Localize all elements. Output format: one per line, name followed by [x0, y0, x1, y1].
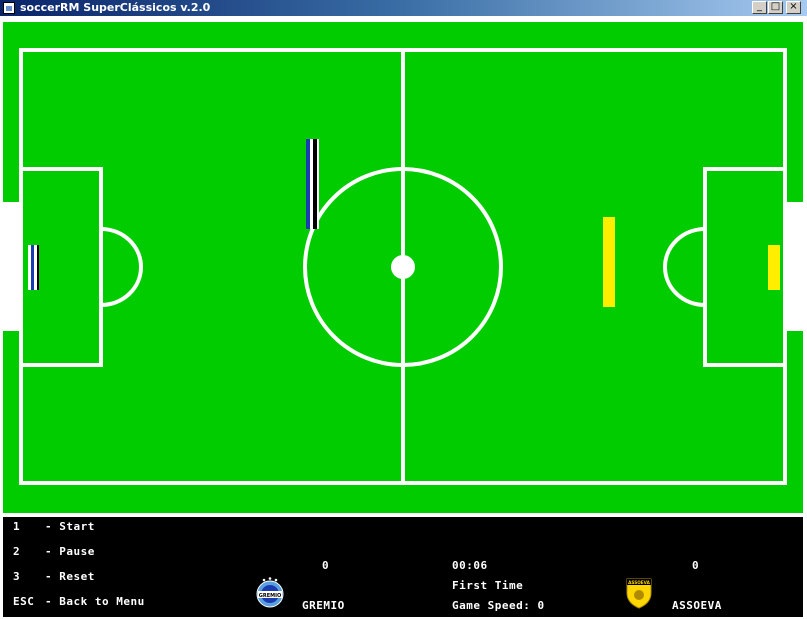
left-penalty-arc — [100, 227, 143, 307]
control-key-esc: ESC — [13, 595, 35, 608]
away-striker-paddle — [603, 217, 615, 307]
app-icon[interactable] — [3, 2, 15, 14]
gremio-badge-text: GREMIO — [259, 593, 281, 599]
match-clock: 00:06 — [452, 559, 488, 572]
minimize-button[interactable]: _ — [752, 1, 767, 14]
maximize-button[interactable]: □ — [768, 1, 783, 14]
home-goalkeeper-paddle — [28, 245, 39, 290]
away-score: 0 — [692, 559, 700, 572]
window-title: soccerRM SuperClássicos v.2.0 — [20, 1, 211, 14]
home-striker-paddle — [306, 139, 319, 229]
game-speed: Game Speed: 0 — [452, 599, 545, 612]
soccer-pitch — [3, 22, 803, 513]
match-period: First Time — [452, 579, 524, 592]
window-titlebar[interactable]: soccerRM SuperClássicos v.2.0 _ □ × — [0, 0, 807, 16]
center-spot — [391, 255, 415, 279]
scoreboard-panel: 1 - Start 2 - Pause 3 - Reset ESC - Back… — [3, 517, 803, 617]
left-goal — [3, 202, 21, 331]
control-key-start: 1 — [13, 520, 21, 533]
control-key-pause: 2 — [13, 545, 21, 558]
pitch-lines — [3, 48, 803, 485]
control-key-reset: 3 — [13, 570, 21, 583]
close-button[interactable]: × — [786, 1, 801, 14]
home-score: 0 — [322, 559, 330, 572]
away-goalkeeper-paddle — [768, 245, 780, 290]
away-team-name: ASSOEVA — [672, 599, 722, 612]
gremio-badge-icon: GREMIO — [256, 577, 284, 608]
right-goal — [785, 202, 803, 331]
control-label-menu: - Back to Menu — [45, 595, 145, 608]
control-label-pause: - Pause — [45, 545, 95, 558]
right-penalty-arc — [663, 227, 706, 307]
assoeva-badge-icon: ASSOEVA — [626, 578, 652, 609]
assoeva-badge-text: ASSOEVA — [628, 580, 650, 585]
control-label-reset: - Reset — [45, 570, 95, 583]
control-label-start: - Start — [45, 520, 95, 533]
home-team-name: GREMIO — [302, 599, 345, 612]
